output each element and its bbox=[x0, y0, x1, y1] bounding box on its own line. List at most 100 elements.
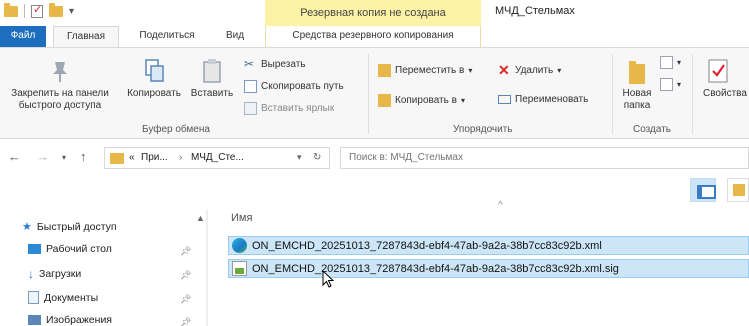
easy-access-button[interactable]: ▾ bbox=[660, 78, 681, 91]
copy-to-button[interactable]: Копировать в ▾ bbox=[378, 94, 465, 107]
nav-item-label: Изображения bbox=[46, 314, 112, 326]
back-arrow-icon[interactable]: ← bbox=[8, 149, 21, 164]
pin-icon bbox=[53, 62, 67, 82]
pinned-icon[interactable]: 📌︎ bbox=[180, 317, 191, 326]
nav-quick-access[interactable]: ★ Быстрый доступ bbox=[22, 220, 117, 234]
group-separator bbox=[692, 54, 693, 134]
sort-ascending-icon: ^ bbox=[498, 200, 503, 211]
search-input[interactable] bbox=[349, 152, 729, 163]
search-box[interactable] bbox=[340, 147, 749, 169]
new-folder-label-1: Новая bbox=[622, 88, 652, 99]
chevron-down-icon: ▾ bbox=[460, 96, 465, 105]
details-view-toggle[interactable] bbox=[690, 178, 716, 202]
up-arrow-icon[interactable]: ↑ bbox=[80, 149, 87, 164]
nav-item-documents[interactable]: Документы bbox=[28, 291, 98, 304]
file-row[interactable]: ON_EMCHD_20251013_7287843d-ebf4-47ab-9a2… bbox=[228, 236, 749, 255]
column-header-name[interactable]: Имя bbox=[231, 212, 252, 224]
folder-icon bbox=[110, 153, 124, 164]
paste-shortcut-icon bbox=[244, 102, 257, 115]
address-bar[interactable]: « При... › МЧД_Сте... ▾ ↻ bbox=[104, 147, 330, 169]
documents-icon bbox=[28, 291, 39, 304]
breadcrumb-parent[interactable]: При... bbox=[141, 152, 168, 163]
recent-locations-chevron-icon[interactable]: ▾ bbox=[62, 153, 66, 162]
properties-check-icon[interactable] bbox=[31, 3, 43, 18]
separator bbox=[24, 4, 25, 18]
paste-shortcut-button[interactable]: Вставить ярлык bbox=[244, 102, 334, 115]
rename-label: Переименовать bbox=[515, 94, 589, 105]
chevron-down-icon: ▾ bbox=[468, 66, 473, 75]
mouse-cursor-icon bbox=[322, 270, 335, 288]
group-separator bbox=[612, 54, 613, 134]
tab-backup-tools[interactable]: Средства резервного копирования bbox=[265, 26, 481, 47]
copy-button[interactable]: Копировать bbox=[120, 58, 188, 100]
rename-icon bbox=[498, 95, 511, 104]
pictures-icon bbox=[28, 315, 41, 325]
pinned-icon[interactable]: 📌︎ bbox=[180, 270, 191, 281]
scroll-up-icon[interactable]: ▲ bbox=[196, 213, 205, 223]
tab-home[interactable]: Главная bbox=[53, 26, 119, 47]
copy-path-icon bbox=[244, 80, 257, 93]
customize-toolbar-icon[interactable]: ▾ bbox=[69, 6, 74, 17]
tab-share[interactable]: Поделиться bbox=[128, 26, 206, 47]
cut-label: Вырезать bbox=[261, 59, 306, 70]
nav-item-downloads[interactable]: ↓ Загрузки bbox=[28, 267, 81, 281]
clipboard-group-label: Буфер обмена bbox=[142, 124, 210, 135]
nav-item-pictures[interactable]: Изображения bbox=[28, 314, 112, 326]
nav-item-desktop[interactable]: Рабочий стол bbox=[28, 243, 112, 255]
new-folder-icon bbox=[629, 61, 645, 84]
nav-item-label: Рабочий стол bbox=[46, 243, 112, 255]
new-folder-icon[interactable] bbox=[49, 2, 63, 17]
pinned-icon[interactable]: 📌︎ bbox=[180, 246, 191, 257]
window-title: МЧД_Стельмах bbox=[495, 5, 575, 17]
ribbon: Закрепить на панели быстрого доступа Коп… bbox=[0, 47, 749, 139]
breadcrumb-separator-icon: › bbox=[179, 152, 183, 163]
new-item-icon bbox=[660, 56, 673, 69]
desktop-icon bbox=[28, 244, 41, 254]
context-tab-header: Резервная копия не создана bbox=[265, 0, 481, 26]
nav-scrollbar[interactable] bbox=[206, 210, 208, 326]
cut-button[interactable]: ✂ Вырезать bbox=[244, 58, 305, 71]
move-to-button[interactable]: Переместить в ▾ bbox=[378, 64, 472, 77]
signature-file-icon bbox=[232, 261, 247, 276]
star-icon: ★ bbox=[22, 221, 32, 233]
paste-shortcut-label: Вставить ярлык bbox=[261, 103, 335, 114]
properties-icon bbox=[708, 59, 728, 83]
copy-folder-icon bbox=[378, 94, 391, 107]
file-name: ON_EMCHD_20251013_7287843d-ebf4-47ab-9a2… bbox=[252, 239, 602, 252]
navigation-pane: ★ Быстрый доступ Рабочий стол ↓ Загрузки… bbox=[0, 210, 208, 326]
folder-icon[interactable] bbox=[4, 2, 18, 17]
delete-button[interactable]: ✕ Удалить ▾ bbox=[498, 62, 561, 78]
file-row[interactable]: ON_EMCHD_20251013_7287843d-ebf4-47ab-9a2… bbox=[228, 259, 749, 278]
tab-view[interactable]: Вид bbox=[214, 26, 256, 47]
breadcrumb-overflow[interactable]: « bbox=[129, 152, 135, 163]
copy-path-button[interactable]: Скопировать путь bbox=[244, 80, 344, 93]
breadcrumb-current[interactable]: МЧД_Сте... bbox=[191, 152, 244, 163]
easy-access-icon bbox=[660, 78, 673, 91]
pinned-icon[interactable]: 📌︎ bbox=[180, 294, 191, 305]
quick-access-toolbar: ▾ bbox=[4, 2, 74, 18]
copy-path-label: Скопировать путь bbox=[261, 81, 344, 92]
copy-icon bbox=[145, 59, 164, 82]
new-item-button[interactable]: ▾ bbox=[660, 56, 681, 69]
scissors-icon: ✂ bbox=[244, 57, 255, 71]
copy-to-label: Копировать в bbox=[395, 95, 457, 106]
nav-item-label: Загрузки bbox=[39, 268, 82, 280]
delete-x-icon: ✕ bbox=[498, 62, 510, 78]
rename-button[interactable]: Переименовать bbox=[498, 94, 588, 105]
properties-button[interactable]: Свойства bbox=[697, 58, 749, 100]
refresh-icon[interactable]: ↻ bbox=[313, 152, 321, 163]
group-separator bbox=[368, 54, 369, 134]
chevron-down-icon: ▾ bbox=[677, 58, 682, 67]
properties-label: Свойства bbox=[703, 88, 747, 99]
new-folder-button[interactable]: Новая папка bbox=[616, 58, 658, 112]
pin-quick-access-label: Закрепить на панели быстрого доступа bbox=[11, 88, 109, 111]
large-icons-view-toggle[interactable] bbox=[727, 178, 749, 202]
paste-button[interactable]: Вставить bbox=[188, 58, 236, 100]
address-dropdown-icon[interactable]: ▾ bbox=[297, 152, 302, 163]
pin-quick-access-button[interactable]: Закрепить на панели быстрого доступа bbox=[4, 58, 116, 112]
forward-arrow-icon[interactable]: → bbox=[36, 149, 49, 164]
nav-item-label: Документы bbox=[44, 291, 99, 304]
paste-icon bbox=[203, 59, 221, 83]
tab-file[interactable]: Файл bbox=[0, 26, 46, 47]
ribbon-tabs: Файл Главная Поделиться Вид Средства рез… bbox=[0, 26, 749, 47]
